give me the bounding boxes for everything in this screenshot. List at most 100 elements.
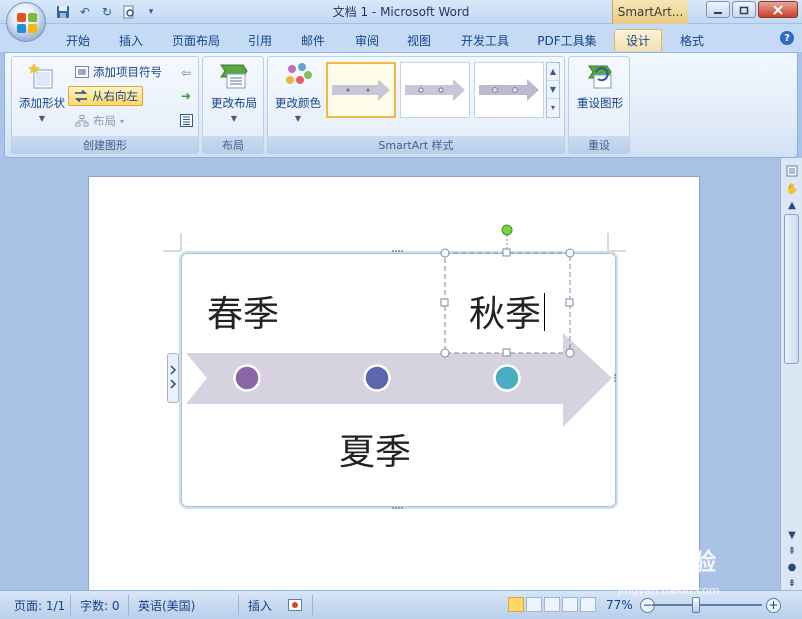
watermark: Bai 经验 jingyan.baidu.com (612, 532, 792, 602)
tab-pdf-tools[interactable]: PDF工具集 (528, 29, 606, 51)
tab-developer[interactable]: 开发工具 (452, 29, 518, 51)
add-shape-icon (28, 63, 53, 89)
org-chart-icon (74, 114, 89, 128)
window-controls (706, 1, 798, 18)
add-bullet-label: 添加项目符号 (93, 65, 162, 79)
add-shape-button[interactable]: 添加形状 ▼ (14, 61, 70, 123)
item-text-autumn[interactable]: 秋季 (469, 285, 541, 337)
tab-insert[interactable]: 插入 (110, 29, 152, 51)
print-layout-view-icon[interactable] (508, 597, 524, 612)
save-icon[interactable] (54, 3, 72, 20)
timeline-dot-3 (493, 364, 521, 392)
tab-home[interactable]: 开始 (58, 29, 98, 51)
layout-label: 布局 (93, 114, 116, 128)
change-layout-label: 更改布局 (211, 96, 257, 110)
tab-page-layout[interactable]: 页面布局 (164, 29, 228, 51)
change-layout-button[interactable]: 更改布局 ▼ (206, 61, 262, 123)
smartart-tools-label: SmartArt... (612, 0, 688, 24)
smartart-graphic (186, 224, 616, 509)
status-divider (128, 595, 129, 615)
dropdown-arrow-icon: ▾ (120, 116, 125, 126)
promote-arrow-icon[interactable]: ⇦ (178, 65, 194, 81)
outline-view-icon[interactable] (562, 597, 578, 612)
redo-icon[interactable]: ↻ (98, 3, 116, 20)
page-count[interactable]: 页面: 1/1 (14, 596, 65, 614)
macro-record-icon[interactable] (288, 596, 302, 614)
change-layout-icon (220, 64, 248, 89)
web-layout-icon[interactable] (544, 597, 560, 612)
group-label-reset: 重设 (569, 136, 629, 153)
dropdown-arrow-icon: ▼ (230, 114, 238, 123)
group-reset: 重设图形 重设 (568, 56, 630, 154)
help-icon[interactable]: ? (780, 31, 794, 45)
add-bullet-button[interactable]: 添加项目符号 (70, 62, 166, 82)
ribbon-tabs: 开始 插入 页面布局 引用 邮件 审阅 视图 开发工具 PDF工具集 设计 格式 (0, 24, 802, 52)
demote-arrow-icon[interactable]: ➜ (178, 88, 194, 104)
scrollbar-thumb[interactable] (784, 214, 799, 364)
group-label-smartart-styles: SmartArt 样式 (268, 136, 564, 153)
dropdown-arrow-icon: ▼ (38, 114, 46, 123)
reset-graphic-label: 重设图形 (577, 96, 623, 110)
tab-view[interactable]: 视图 (398, 29, 440, 51)
tab-references[interactable]: 引用 (240, 29, 280, 51)
undo-icon[interactable]: ↶ (76, 3, 94, 20)
restore-button[interactable] (732, 1, 756, 18)
word-count[interactable]: 字数: 0 (80, 596, 120, 614)
full-screen-reading-icon[interactable] (526, 597, 542, 612)
tab-design[interactable]: 设计 (614, 29, 662, 51)
document-area: 春季 夏季 秋季 (0, 158, 780, 590)
rotate-handle (501, 224, 513, 236)
add-shape-label: 添加形状 (19, 96, 65, 110)
tab-format[interactable]: 格式 (670, 29, 714, 51)
item-text-spring[interactable]: 春季 (207, 285, 279, 337)
status-divider (70, 595, 71, 615)
right-to-left-button[interactable]: 从右向左 (68, 86, 143, 106)
tab-mailings[interactable]: 邮件 (292, 29, 334, 51)
style-preview-1[interactable] (326, 62, 396, 118)
dropdown-arrow-icon: ▼ (294, 114, 302, 123)
ruler-toggle-icon[interactable] (785, 164, 799, 178)
office-button[interactable] (6, 2, 46, 42)
group-layouts: 更改布局 ▼ 布局 (202, 56, 264, 154)
quick-access-toolbar: ↶ ↻ ▾ (54, 3, 160, 20)
change-colors-label: 更改颜色 (275, 96, 321, 110)
document-page[interactable]: 春季 夏季 秋季 (88, 176, 700, 590)
group-smartart-styles: 更改颜色 ▼ ▲ ▼ ▾ SmartArt 样式 (267, 56, 565, 154)
minimize-button[interactable] (706, 1, 730, 18)
timeline-dot-2 (363, 364, 391, 392)
print-preview-icon[interactable] (120, 3, 138, 20)
reset-graphic-button[interactable]: 重设图形 (572, 61, 628, 111)
status-divider (238, 595, 239, 615)
ribbon-panel: 添加形状 ▼ 添加项目符号 从右向左 布局 ▾ ⇦ ➜ 创建图形 更改布局 ▼ … (4, 52, 798, 158)
style-preview-2[interactable] (400, 62, 470, 118)
tab-review[interactable]: 审阅 (346, 29, 388, 51)
group-label-layouts: 布局 (203, 136, 263, 153)
scroll-up-icon[interactable]: ▲ (785, 198, 799, 212)
customize-qat-icon[interactable]: ▾ (142, 3, 160, 20)
language-indicator[interactable]: 英语(美国) (138, 596, 195, 614)
close-button[interactable] (758, 1, 798, 18)
title-bar: ↶ ↻ ▾ 文档 1 - Microsoft Word SmartArt... (0, 0, 802, 24)
bullet-list-icon (74, 65, 89, 79)
watermark-url: jingyan.baidu.com (618, 584, 720, 597)
group-create-graphic: 添加形状 ▼ 添加项目符号 从右向左 布局 ▾ ⇦ ➜ 创建图形 (11, 56, 199, 154)
style-preview-3[interactable] (474, 62, 544, 118)
gallery-up-icon[interactable]: ▲ (547, 63, 559, 81)
group-label-create-graphic: 创建图形 (12, 136, 198, 153)
gallery-down-icon[interactable]: ▼ (547, 81, 559, 99)
color-palette-icon (286, 63, 312, 84)
change-colors-button[interactable]: 更改颜色 ▼ (270, 61, 326, 123)
timeline-dot-1 (233, 364, 261, 392)
draft-view-icon[interactable] (580, 597, 596, 612)
item-text-summer[interactable]: 夏季 (339, 423, 411, 475)
text-pane-icon[interactable] (178, 112, 194, 128)
vertical-scrollbar[interactable]: ✋ ▲ ▼ ⇞ ● ⇟ (780, 158, 802, 590)
zoom-slider[interactable] (652, 604, 762, 606)
gallery-more-icon[interactable]: ▾ (547, 99, 559, 117)
pan-hand-icon[interactable]: ✋ (785, 182, 799, 196)
swap-arrows-icon (73, 89, 88, 103)
layout-button[interactable]: 布局 ▾ (70, 111, 128, 131)
insert-mode-indicator[interactable]: 插入 (248, 596, 272, 614)
gallery-scroll: ▲ ▼ ▾ (546, 62, 560, 118)
office-logo-icon (17, 13, 37, 33)
